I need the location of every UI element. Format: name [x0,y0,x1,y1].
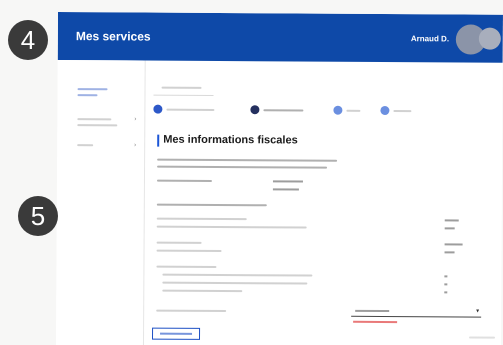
select-value [355,309,390,313]
fiscal-select[interactable]: ▾ [351,305,482,318]
step-2-label [263,108,304,112]
row-label-5 [156,265,217,268]
step-1-label [166,108,215,111]
row-value-2 [444,227,455,230]
annotation-badge-4: 4 [8,20,48,60]
step-4[interactable] [380,105,412,116]
user-name[interactable]: Arnaud D. [411,34,449,43]
screen: Mes services Arnaud D. › › Mes informati… [55,12,503,345]
sidebar-item-1[interactable] [77,88,108,91]
step-3[interactable] [333,105,361,115]
heading-accent-bar [157,134,160,147]
sidebar-chevron-2[interactable]: › [134,116,136,122]
row-label-8 [162,289,243,293]
next-button[interactable] [469,334,497,342]
row-label-1 [156,217,247,221]
tab-underline [153,94,214,96]
row-label-3 [156,241,202,244]
main-content: Mes informations fiscales ▾ [144,61,503,345]
row-value-4 [444,251,455,254]
sidebar-item-2-sub [77,124,118,127]
chevron-down-icon: ▾ [476,308,480,315]
sidebar-item-3[interactable] [77,144,94,147]
page-title: Mes informations fiscales [163,133,298,147]
sidebar-item-1-sub [77,94,98,97]
row-value-3 [444,243,463,246]
step-3-circle [333,105,343,115]
step-2[interactable] [250,105,304,115]
photo-stage: Mes services Arnaud D. › › Mes informati… [0,0,503,345]
section-title-1 [156,203,267,207]
step-1-circle [153,104,163,114]
intro-text-1 [157,158,338,162]
select-error [353,320,398,324]
top-bar: Mes services Arnaud D. [57,12,503,63]
row-label-6 [162,273,313,277]
previous-button-label [160,332,193,335]
sidebar-item-2[interactable] [77,118,112,121]
row-value-6 [444,275,448,278]
intro-text-2 [157,165,328,169]
next-button-label [469,336,496,339]
row-label-7 [162,281,308,285]
previous-button[interactable] [152,327,201,340]
field-value-1b [272,188,299,191]
row-value-8 [444,291,448,294]
step-4-circle [380,105,390,116]
app-title: Mes services [75,29,151,44]
annotation-badge-5: 5 [18,196,58,236]
step-3-label [346,109,361,112]
avatar-overlay [478,27,501,50]
select-label [156,309,227,313]
tab-label[interactable] [161,86,202,89]
row-value-1 [444,219,459,222]
step-2-circle [250,105,260,115]
sidebar-chevron-3[interactable]: › [134,142,136,148]
sidebar: › › [55,59,146,345]
row-label-2 [156,225,307,229]
field-value-1 [272,180,303,183]
field-label-1 [156,179,212,182]
row-label-4 [156,249,222,253]
step-4-label [393,109,412,112]
row-value-7 [444,283,448,286]
step-1[interactable] [153,104,215,114]
